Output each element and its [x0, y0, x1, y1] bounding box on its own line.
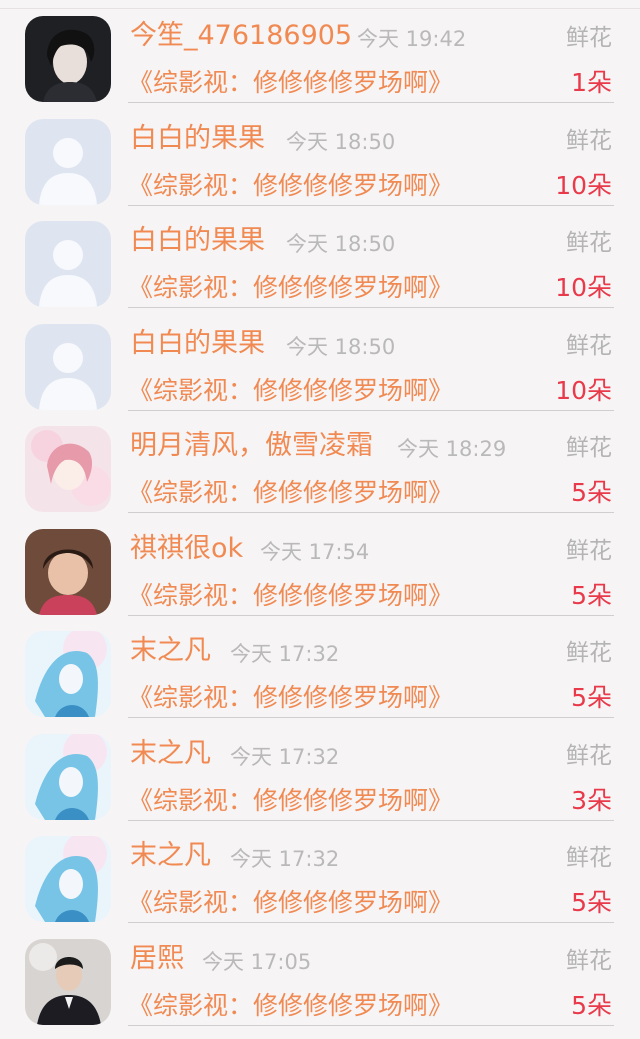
- list-item[interactable]: 末之凡 今天 17:32 鲜花《综影视：修修修修罗场啊》 5朵: [0, 820, 640, 923]
- default-avatar-icon[interactable]: [25, 323, 111, 410]
- username[interactable]: 祺祺很ok: [130, 529, 243, 569]
- timestamp: 今天 17:32: [230, 744, 340, 769]
- gift-amount: 5朵: [571, 478, 612, 507]
- gift-type: 鲜花: [566, 230, 612, 256]
- book-title[interactable]: 《综影视：修修修修罗场啊》: [128, 372, 453, 410]
- timestamp: 今天 18:50: [286, 129, 396, 154]
- username[interactable]: 白白的果果: [130, 221, 265, 261]
- gift-type: 鲜花: [566, 435, 612, 461]
- timestamp: 今天 17:54: [260, 539, 370, 564]
- username[interactable]: 末之凡: [130, 631, 211, 671]
- list-item[interactable]: 祺祺很ok 今天 17:54 鲜花《综影视：修修修修罗场啊》 5朵: [0, 513, 640, 616]
- timestamp: 今天 17:32: [230, 642, 340, 666]
- username[interactable]: 今笙_476186905: [130, 16, 352, 56]
- book-title[interactable]: 《综影视：修修修修罗场啊》: [128, 782, 453, 820]
- list-item[interactable]: 居熙 今天 17:05 鲜花《综影视：修修修修罗场啊》 5朵: [0, 923, 640, 1026]
- gift-type: 鲜花: [566, 640, 612, 666]
- avatar[interactable]: [25, 631, 111, 717]
- book-title[interactable]: 《综影视：修修修修罗场啊》: [128, 987, 453, 1025]
- book-title[interactable]: 《综影视：修修修修罗场啊》: [128, 679, 453, 717]
- list-item[interactable]: 末之凡 今天 17:32 鲜花《综影视：修修修修罗场啊》 5朵: [0, 615, 640, 718]
- username[interactable]: 居熙: [130, 939, 184, 979]
- gift-amount: 5朵: [571, 683, 612, 712]
- list-item[interactable]: 白白的果果 今天 18:50 鲜花《综影视：修修修修罗场啊》 10朵: [0, 308, 640, 411]
- gift-amount: 3朵: [571, 785, 612, 815]
- timestamp: 今天 18:29: [397, 437, 507, 461]
- gift-type: 鲜花: [566, 25, 612, 51]
- book-title[interactable]: 《综影视：修修修修罗场啊》: [128, 269, 453, 307]
- gift-type: 鲜花: [566, 127, 612, 154]
- gift-type: 鲜花: [566, 742, 612, 769]
- avatar[interactable]: [25, 836, 111, 922]
- timestamp: 今天 18:50: [286, 334, 396, 359]
- avatar[interactable]: [25, 733, 111, 820]
- gift-amount: 10朵: [555, 170, 612, 200]
- list-item[interactable]: 末之凡 今天 17:32 鲜花《综影视：修修修修罗场啊》 3朵: [0, 718, 640, 821]
- default-avatar-icon[interactable]: [25, 118, 111, 205]
- default-avatar-icon[interactable]: [25, 221, 111, 307]
- avatar[interactable]: [25, 426, 111, 512]
- username[interactable]: 末之凡: [130, 836, 211, 876]
- gift-amount: 5朵: [571, 990, 612, 1020]
- username[interactable]: 明月清风，傲雪凌霜: [130, 426, 373, 466]
- avatar[interactable]: [25, 938, 111, 1025]
- book-title[interactable]: 《综影视：修修修修罗场啊》: [128, 474, 453, 512]
- row-divider: [128, 1024, 614, 1026]
- list-item[interactable]: 白白的果果 今天 18:50 鲜花《综影视：修修修修罗场啊》 10朵: [0, 205, 640, 308]
- timestamp: 今天 17:32: [230, 847, 340, 871]
- book-title[interactable]: 《综影视：修修修修罗场啊》: [128, 64, 453, 102]
- gift-amount: 10朵: [555, 375, 612, 405]
- username[interactable]: 白白的果果: [130, 119, 265, 159]
- list-item[interactable]: 明月清风，傲雪凌霜 今天 18:29 鲜花《综影视：修修修修罗场啊》 5朵: [0, 410, 640, 513]
- book-title[interactable]: 《综影视：修修修修罗场啊》: [128, 577, 453, 615]
- avatar[interactable]: [25, 528, 111, 615]
- gift-type: 鲜花: [566, 537, 612, 564]
- timestamp: 今天 17:05: [202, 949, 312, 974]
- gift-amount: 1朵: [571, 68, 612, 97]
- list-item[interactable]: 白白的果果 今天 18:50 鲜花《综影视：修修修修罗场啊》 10朵: [0, 103, 640, 206]
- gift-amount: 5朵: [571, 888, 612, 917]
- avatar[interactable]: [25, 16, 111, 102]
- username[interactable]: 末之凡: [130, 734, 211, 774]
- timestamp: 今天 18:50: [286, 232, 396, 256]
- username[interactable]: 白白的果果: [130, 324, 265, 364]
- gift-amount: 10朵: [555, 273, 612, 302]
- gift-record-list: 今笙_476186905 今天 19:42 鲜花 《综影视：修修修修罗场啊》 1朵 白白的…: [0, 0, 640, 1039]
- gift-type: 鲜花: [566, 947, 612, 974]
- book-title[interactable]: 《综影视：修修修修罗场啊》: [128, 167, 453, 205]
- timestamp: 今天 19:42: [357, 27, 467, 51]
- book-title[interactable]: 《综影视：修修修修罗场啊》: [128, 884, 453, 922]
- gift-type: 鲜花: [566, 332, 612, 359]
- list-item[interactable]: 今笙_476186905 今天 19:42 鲜花《综影视：修修修修罗场啊》 1朵: [0, 0, 640, 103]
- gift-amount: 5朵: [571, 580, 612, 610]
- gift-type: 鲜花: [566, 845, 612, 871]
